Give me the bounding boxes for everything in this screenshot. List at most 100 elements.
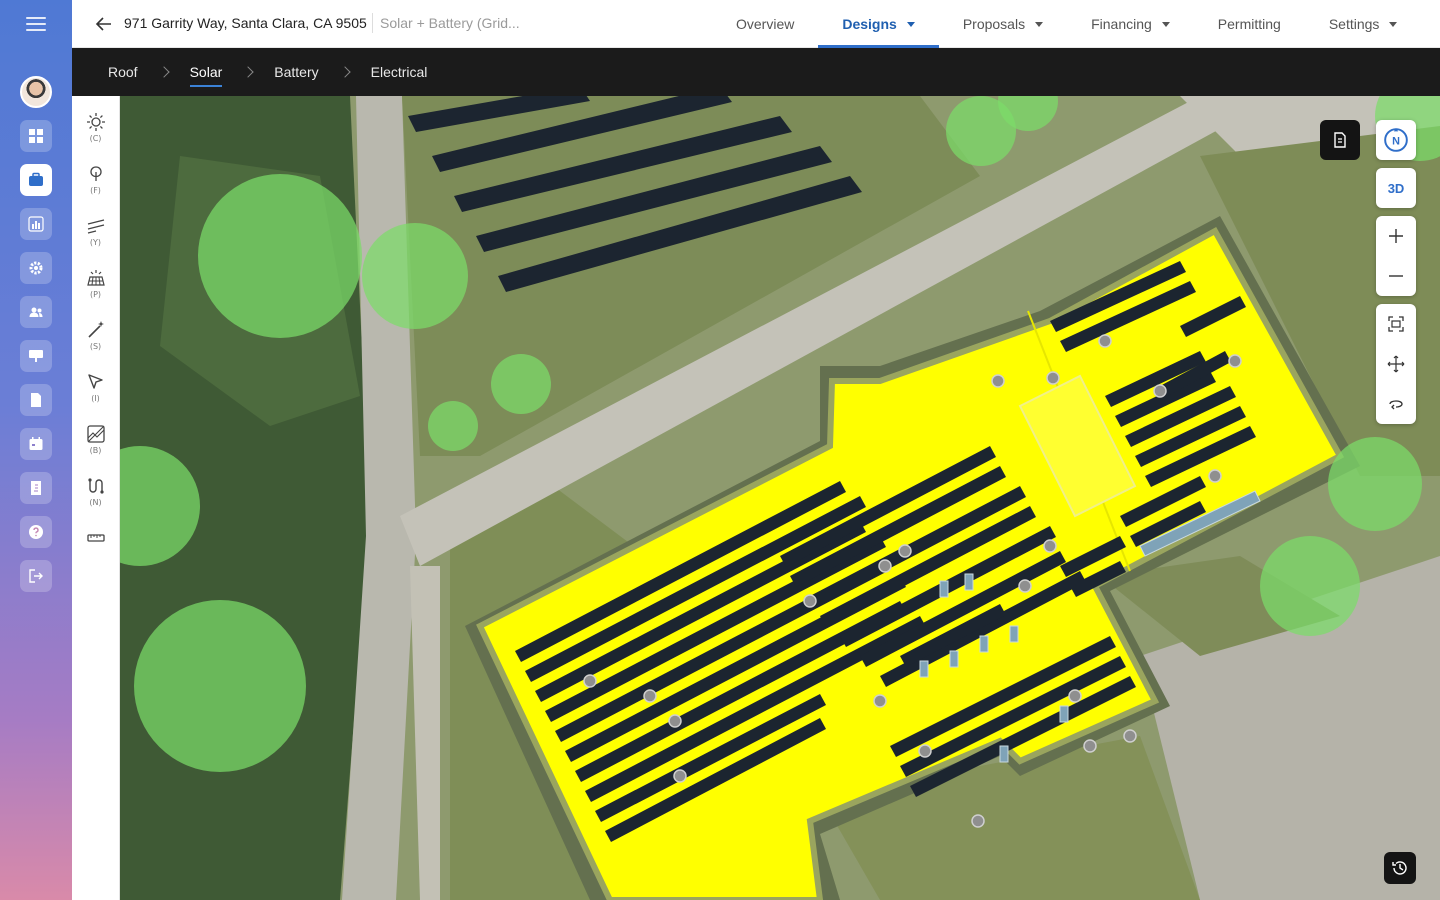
tab-label: Proposals <box>962 16 1026 32</box>
tab-proposals[interactable]: Proposals <box>939 0 1067 48</box>
tab-settings[interactable]: Settings <box>1305 0 1422 48</box>
tool-shortcut: (F) <box>90 186 101 195</box>
sidebar-item-help[interactable] <box>20 516 52 548</box>
design-toolbar: (C) (F) (Y) (P) (S) (I) (B) (N) <box>72 96 120 900</box>
setback-lines-icon <box>87 219 104 234</box>
chevron-right-icon <box>338 66 351 78</box>
sidebar-item-reports[interactable] <box>20 208 52 240</box>
step-electrical[interactable]: Electrical <box>371 64 428 80</box>
app-sidebar <box>0 0 72 900</box>
compass-icon: N <box>1384 128 1408 152</box>
compass-button[interactable]: N <box>1376 120 1416 160</box>
chevron-right-icon <box>242 66 254 78</box>
sidebar-item-projects[interactable] <box>20 164 52 196</box>
compass-label: N <box>1392 135 1400 147</box>
aerial-map <box>120 96 1440 900</box>
plus-icon <box>1389 229 1403 243</box>
history-button[interactable] <box>1384 852 1416 884</box>
tool-shortcut: (S) <box>89 342 102 351</box>
step-battery[interactable]: Battery <box>274 64 318 80</box>
dashboard-icon <box>29 129 43 143</box>
avatar[interactable] <box>20 76 52 108</box>
tool-shortcut: (Y) <box>89 238 102 247</box>
sidebar-item-presentations[interactable] <box>20 340 52 372</box>
zoom-in-button[interactable] <box>1376 216 1416 256</box>
sidebar-item-invoices[interactable] <box>20 472 52 504</box>
invoice-icon <box>31 481 41 495</box>
compass-control: N <box>1376 120 1416 160</box>
rotate-icon <box>1389 400 1403 410</box>
header-divider <box>372 13 373 33</box>
tool-panels[interactable]: (P) <box>76 268 116 320</box>
help-icon <box>29 525 43 539</box>
fit-view-button[interactable] <box>1376 304 1416 344</box>
tool-setback[interactable]: (Y) <box>76 216 116 268</box>
sidebar-item-documents[interactable] <box>20 384 52 416</box>
tab-designs[interactable]: Designs <box>818 0 940 48</box>
design-steps-bar: Roof Solar Battery Electrical <box>72 48 1440 96</box>
select-cursor-icon <box>87 374 103 389</box>
tab-label: Permitting <box>1217 16 1281 32</box>
magic-wand-icon <box>87 321 104 338</box>
main-tabs: Overview Designs Proposals Financing Per… <box>712 0 1421 48</box>
tab-label: Settings <box>1328 16 1380 32</box>
bar-chart-icon <box>28 216 44 232</box>
move-icon <box>1387 355 1405 373</box>
chevron-right-icon <box>157 66 170 78</box>
sidebar-item-logout[interactable] <box>20 560 52 592</box>
tool-select[interactable]: (I) <box>76 372 116 424</box>
sidebar-nav <box>20 120 52 592</box>
fit-view-icon <box>1388 316 1404 332</box>
tool-shortcut: (P) <box>89 290 102 299</box>
step-solar[interactable]: Solar <box>189 64 222 87</box>
briefcase-icon <box>29 172 43 186</box>
string-icon <box>87 478 104 494</box>
tree-icon <box>89 166 102 181</box>
view-3d-control: 3D <box>1376 168 1416 208</box>
tool-sun-path[interactable]: (C) <box>76 112 116 164</box>
tool-measure[interactable] <box>76 528 116 580</box>
sidebar-item-dashboard[interactable] <box>20 120 52 152</box>
project-name[interactable]: Solar + Battery (Grid... <box>380 15 520 31</box>
tab-label: Overview <box>736 16 795 32</box>
map-canvas[interactable]: N 3D <box>120 96 1440 900</box>
tool-auto-design[interactable]: (S) <box>76 320 116 372</box>
menu-icon[interactable] <box>24 14 48 34</box>
history-icon <box>1392 861 1407 875</box>
tab-financing[interactable]: Financing <box>1067 0 1194 48</box>
zoom-out-button[interactable] <box>1376 256 1416 296</box>
view-tools-control <box>1376 304 1416 424</box>
chevron-down-icon <box>906 21 915 27</box>
users-icon <box>29 307 43 317</box>
tab-overview[interactable]: Overview <box>712 0 818 48</box>
top-header: 971 Garrity Way, Santa Clara, CA 9505 So… <box>72 0 1440 48</box>
chevron-down-icon <box>1389 21 1398 27</box>
minus-icon <box>1389 275 1403 277</box>
gear-icon <box>29 261 43 275</box>
rotate-button[interactable] <box>1376 384 1416 424</box>
sidebar-item-team[interactable] <box>20 296 52 328</box>
presentation-icon <box>29 350 43 362</box>
tab-permitting[interactable]: Permitting <box>1194 0 1305 48</box>
tool-stringing[interactable]: (N) <box>76 476 116 528</box>
step-roof[interactable]: Roof <box>108 64 138 80</box>
design-report-button[interactable] <box>1320 120 1360 160</box>
project-address: 971 Garrity Way, Santa Clara, CA 9505 <box>124 15 367 31</box>
tool-shortcut: (N) <box>89 498 102 507</box>
view-3d-button[interactable]: 3D <box>1376 168 1416 208</box>
sidebar-item-settings[interactable] <box>20 252 52 284</box>
tool-shortcut: (I) <box>91 394 100 403</box>
tool-irradiance[interactable]: (B) <box>76 424 116 476</box>
tool-tree[interactable]: (F) <box>76 164 116 216</box>
report-icon <box>1334 132 1346 148</box>
pan-button[interactable] <box>1376 344 1416 384</box>
sun-icon <box>86 113 105 131</box>
zoom-control <box>1376 216 1416 296</box>
back-arrow-icon[interactable] <box>94 14 114 34</box>
tool-shortcut: (C) <box>89 134 102 143</box>
chevron-down-icon <box>1161 21 1170 27</box>
sidebar-item-calendar[interactable] <box>20 428 52 460</box>
tool-shortcut: (B) <box>89 446 102 455</box>
logout-icon <box>29 569 43 583</box>
ruler-icon <box>86 534 105 542</box>
